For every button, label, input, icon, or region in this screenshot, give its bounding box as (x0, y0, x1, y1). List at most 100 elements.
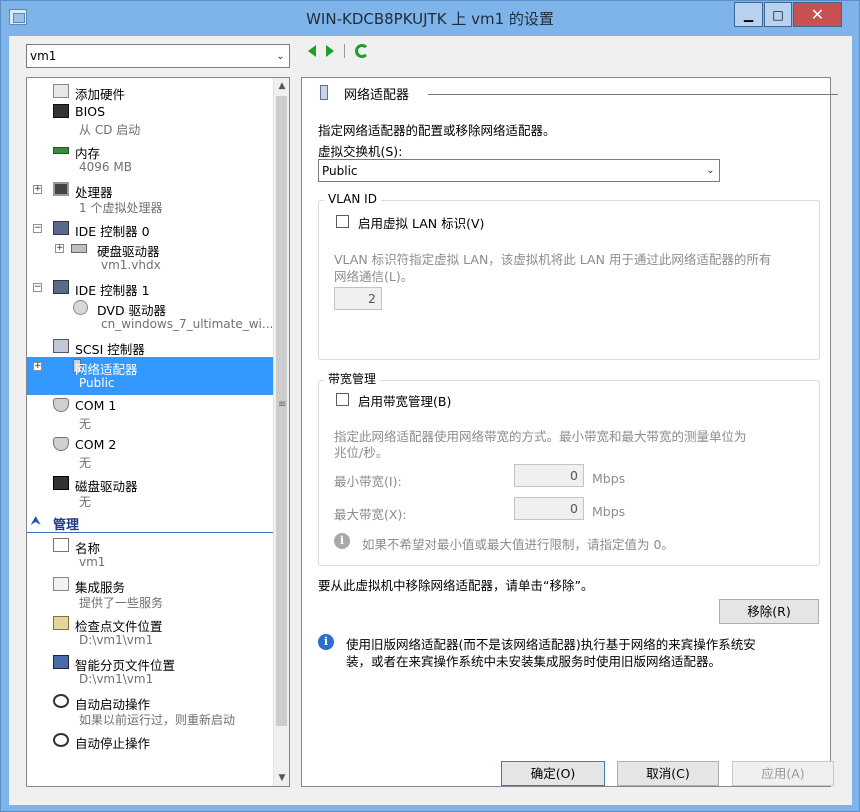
name-icon (53, 538, 69, 552)
tree-item-checkpoint-location[interactable]: 检查点文件位置 D:\vm1\vm1 (27, 614, 274, 652)
max-bandwidth-field[interactable]: 0 (514, 497, 584, 520)
tree-item-com2[interactable]: COM 2 无 (27, 435, 274, 473)
title-bar[interactable]: WIN-KDCB8PKUJTK 上 vm1 的设置 ▁ □ ✕ (1, 1, 859, 35)
back-arrow-icon[interactable] (308, 45, 316, 57)
close-button[interactable]: ✕ (793, 2, 842, 27)
refresh-icon[interactable] (355, 44, 369, 58)
tree-item-subtitle: vm1.vhdx (101, 258, 161, 272)
expand-icon[interactable]: + (33, 362, 42, 371)
panel-title: 网络适配器 (344, 88, 410, 103)
expand-icon[interactable]: + (55, 244, 64, 253)
maximize-button[interactable]: □ (764, 2, 792, 27)
com-port-icon (53, 437, 69, 451)
bandwidth-note: 如果不希望对最小值或最大值进行限制，请指定值为 0。 (362, 537, 674, 552)
collapse-section-icon[interactable]: ⮝ (31, 514, 40, 528)
tree-item-subtitle: 如果以前运行过，则重新启动 (79, 713, 236, 727)
info-icon: i (334, 533, 350, 549)
vm-selector[interactable]: vm1 ⌄ (26, 44, 290, 68)
tree-item-network-adapter[interactable]: + 网络适配器 Public (27, 357, 274, 395)
tree-item-diskette-drive[interactable]: 磁盘驱动器 无 (27, 474, 274, 512)
panel-header: 网络适配器 (318, 84, 838, 104)
vm-selector-value: vm1 (30, 49, 57, 63)
tree-item-label: IDE 控制器 1 (75, 283, 150, 298)
auto-start-icon (53, 694, 69, 708)
min-bandwidth-unit: Mbps (592, 471, 626, 486)
tree-item-label: IDE 控制器 0 (75, 224, 150, 239)
bandwidth-checkbox-label[interactable]: 启用带宽管理(B) (358, 391, 451, 410)
virtual-switch-dropdown[interactable]: Public ⌄ (318, 159, 720, 182)
com-port-icon (53, 398, 69, 412)
panel-description: 指定网络适配器的配置或移除网络适配器。 (318, 123, 556, 138)
tree-item-auto-start[interactable]: 自动启动操作 如果以前运行过，则重新启动 (27, 692, 274, 730)
memory-icon (53, 147, 69, 154)
settings-tree[interactable]: 添加硬件 BIOS 从 CD 启动 内存 4096 MB + 处理器 1 个虚拟… (26, 77, 290, 787)
info-icon: i (318, 634, 334, 650)
tree-item-name[interactable]: 名称 vm1 (27, 536, 274, 574)
tree-item-subtitle: cn_windows_7_ultimate_wi... (101, 317, 274, 331)
scrollbar-thumb[interactable] (276, 96, 287, 726)
apply-button[interactable]: 应用(A) (732, 761, 834, 786)
toolbar-separator (344, 44, 345, 58)
vlan-id-field[interactable]: 2 (334, 287, 382, 310)
vlan-checkbox-label[interactable]: 启用虚拟 LAN 标识(V) (358, 213, 484, 232)
bandwidth-checkbox[interactable] (336, 393, 349, 406)
header-divider (428, 94, 838, 95)
tree-item-auto-stop[interactable]: 自动停止操作 (27, 731, 274, 769)
tree-item-label: COM 1 (75, 398, 117, 413)
tree-item-subtitle: D:\vm1\vm1 (79, 672, 154, 686)
tree-item-subtitle: 无 (79, 456, 92, 470)
expand-icon[interactable]: + (33, 185, 42, 194)
tree-item-label: 添加硬件 (75, 87, 126, 102)
dvd-disc-icon (73, 300, 88, 315)
collapse-icon[interactable]: − (33, 283, 42, 292)
forward-arrow-icon[interactable] (326, 45, 334, 57)
tree-item-hard-drive[interactable]: + 硬盘驱动器 vm1.vhdx (27, 239, 274, 277)
minimize-button[interactable]: ▁ (734, 2, 763, 27)
settings-window: WIN-KDCB8PKUJTK 上 vm1 的设置 ▁ □ ✕ vm1 ⌄ 添加… (0, 0, 860, 812)
ide-controller-icon (53, 221, 69, 235)
smart-paging-icon (53, 655, 69, 669)
tree-item-ide-controller-1[interactable]: − IDE 控制器 1 (27, 278, 274, 298)
tree-item-subtitle: D:\vm1\vm1 (79, 633, 154, 647)
tree-item-subtitle: 1 个虚拟处理器 (79, 201, 163, 215)
tree-item-label: SCSI 控制器 (75, 342, 145, 357)
chevron-down-icon[interactable]: ⌄ (702, 165, 719, 176)
vlan-checkbox[interactable] (336, 215, 349, 228)
tree-item-subtitle: 提供了一些服务 (79, 596, 164, 610)
tree-item-com1[interactable]: COM 1 无 (27, 396, 274, 434)
tree-item-processor[interactable]: + 处理器 1 个虚拟处理器 (27, 180, 274, 218)
remove-button[interactable]: 移除(R) (719, 599, 819, 624)
chevron-down-icon[interactable]: ⌄ (272, 51, 289, 62)
tree-item-bios[interactable]: BIOS 从 CD 启动 (27, 102, 274, 140)
tree-item-subtitle: 无 (79, 495, 92, 509)
tree-item-label: 自动停止操作 (75, 736, 151, 751)
auto-stop-icon (53, 733, 69, 747)
checkpoint-folder-icon (53, 616, 69, 630)
ok-button[interactable]: 确定(O) (501, 761, 605, 786)
cancel-button[interactable]: 取消(C) (617, 761, 719, 786)
hard-drive-icon (71, 244, 87, 253)
tree-item-smart-paging-location[interactable]: 智能分页文件位置 D:\vm1\vm1 (27, 653, 274, 691)
management-section-header[interactable]: ⮝ 管理 (27, 513, 274, 533)
tree-scrollbar[interactable]: ▲ ≡ ▼ (273, 78, 289, 786)
tree-item-subtitle: 无 (79, 417, 92, 431)
scroll-up-icon[interactable]: ▲ (274, 78, 289, 94)
bandwidth-help-text-2: 兆位/秒。 (334, 445, 389, 460)
collapse-icon[interactable]: − (33, 224, 42, 233)
tree-item-add-hardware[interactable]: 添加硬件 (27, 82, 274, 102)
virtual-switch-label: 虚拟交换机(S): (318, 144, 403, 159)
tree-item-ide-controller-0[interactable]: − IDE 控制器 0 (27, 219, 274, 239)
navigation-buttons (308, 44, 369, 58)
window-client: vm1 ⌄ 添加硬件 BIOS 从 CD 启动 内存 4096 MB + 处理器… (9, 36, 852, 805)
bandwidth-group-title: 带宽管理 (324, 370, 381, 387)
details-panel: 网络适配器 指定网络适配器的配置或移除网络适配器。 虚拟交换机(S): Publ… (301, 77, 838, 787)
tree-item-subtitle: 4096 MB (79, 160, 132, 174)
tree-item-dvd-drive[interactable]: DVD 驱动器 cn_windows_7_ultimate_wi... (27, 298, 274, 336)
scroll-down-icon[interactable]: ▼ (274, 770, 289, 786)
add-hardware-icon (53, 84, 69, 98)
min-bandwidth-field[interactable]: 0 (514, 464, 584, 487)
tree-item-integration-services[interactable]: 集成服务 提供了一些服务 (27, 575, 274, 613)
tree-item-memory[interactable]: 内存 4096 MB (27, 141, 274, 179)
tree-item-scsi-controller[interactable]: SCSI 控制器 (27, 337, 274, 357)
floppy-disk-icon (53, 476, 69, 490)
